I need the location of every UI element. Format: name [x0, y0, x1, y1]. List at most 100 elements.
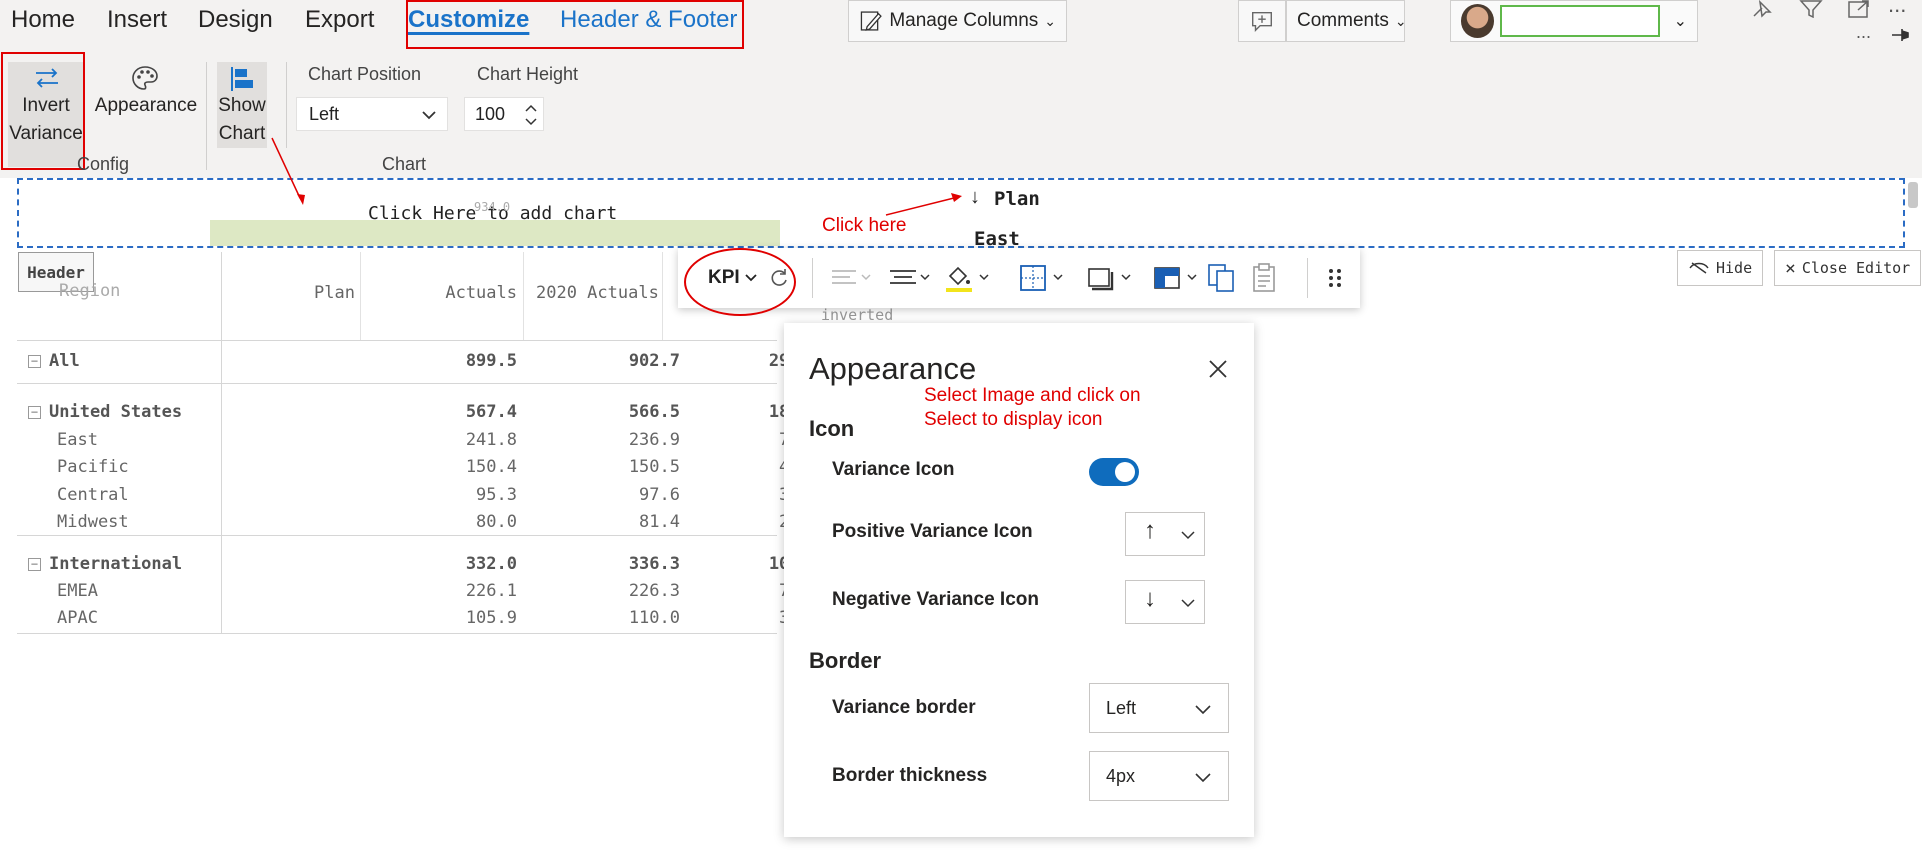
pin-icon[interactable] — [1748, 0, 1778, 18]
border-thickness-select[interactable]: 4px — [1089, 751, 1229, 801]
variance-icon-label: Variance Icon — [832, 459, 955, 480]
manage-columns-label: Manage Columns — [889, 10, 1039, 31]
chevron-down-icon — [422, 111, 436, 120]
add-comment-button[interactable] — [1238, 0, 1286, 42]
chevron-down-icon — [1195, 705, 1211, 715]
table-cell[interactable]: 332.0 — [407, 554, 517, 574]
variance-icon-toggle[interactable] — [1089, 458, 1139, 486]
layout-icon[interactable] — [1152, 262, 1204, 294]
copy-format-icon[interactable] — [1206, 262, 1238, 294]
expand-collapse-icon[interactable]: − — [28, 406, 41, 419]
expand-icon[interactable] — [1846, 0, 1872, 18]
fill-color-icon[interactable] — [944, 262, 994, 294]
chart-height-input[interactable]: 100 — [464, 97, 544, 131]
ribbon-separator — [206, 62, 207, 170]
show-chart-button[interactable]: Show Chart — [217, 62, 267, 148]
comments-button[interactable]: Comments ⌄ — [1286, 0, 1407, 42]
close-editor-label: Close Editor — [1801, 259, 1911, 277]
align-left-icon[interactable] — [830, 262, 876, 294]
table-header-divider — [17, 340, 777, 341]
column-header-plan[interactable]: Plan — [245, 283, 355, 303]
table-cell[interactable]: 80.0 — [407, 512, 517, 532]
positive-variance-icon-select[interactable]: ↑ — [1125, 512, 1205, 556]
tab-design[interactable]: Design — [198, 6, 273, 34]
negative-variance-icon-select[interactable]: ↓ — [1125, 580, 1205, 624]
chart-position-select[interactable]: Left — [296, 97, 448, 131]
table-cell[interactable]: 105.9 — [407, 608, 517, 628]
column-header-actuals[interactable]: Actuals — [407, 283, 517, 303]
more-options-icon[interactable]: ... — [1888, 0, 1906, 18]
table-row-label[interactable]: Midwest — [57, 512, 129, 532]
user-selector[interactable]: ⌄ — [1450, 0, 1698, 42]
column-header-2020-actuals[interactable]: 2020 Actuals — [536, 283, 659, 303]
borders-icon[interactable] — [1018, 262, 1068, 294]
table-cell[interactable]: 226.3 — [570, 581, 680, 601]
shadow-icon[interactable] — [1086, 262, 1136, 294]
pin-pane-icon[interactable] — [1890, 26, 1912, 44]
drag-handle-icon[interactable] — [1326, 262, 1344, 294]
table-cell[interactable]: 110.0 — [570, 608, 680, 628]
show-chart-label-2: Chart — [218, 123, 266, 144]
table-cell[interactable]: 150.4 — [407, 457, 517, 477]
table-row-label[interactable]: APAC — [57, 608, 98, 628]
align-center-icon[interactable] — [888, 262, 934, 294]
table-row-label[interactable]: Pacific — [57, 457, 129, 477]
table-divider — [17, 633, 777, 634]
tab-home[interactable]: Home — [11, 6, 75, 34]
panel-title: Appearance — [809, 351, 977, 386]
manage-columns-button[interactable]: Manage Columns ⌄ — [848, 0, 1067, 42]
table-divider — [17, 535, 777, 536]
table-row-label[interactable]: International — [49, 554, 182, 574]
toggle-knob — [1115, 462, 1135, 482]
table-cell[interactable]: 226.1 — [407, 581, 517, 601]
table-row-label[interactable]: All — [49, 351, 80, 371]
variance-border-select[interactable]: Left — [1089, 683, 1229, 733]
close-icon[interactable] — [1206, 357, 1230, 381]
toolbar-separator — [812, 258, 813, 298]
manage-columns-icon — [860, 11, 882, 31]
chart-group-label: Chart — [382, 154, 427, 174]
positive-variance-icon-label: Positive Variance Icon — [832, 521, 1033, 542]
table-row-label[interactable]: United States — [49, 402, 182, 422]
table-cell[interactable]: 566.5 — [570, 402, 680, 422]
expand-collapse-icon[interactable]: − — [28, 558, 41, 571]
table-cell[interactable]: 236.9 — [570, 430, 680, 450]
down-arrow-icon: ↓ — [970, 186, 980, 208]
table-cell[interactable]: 902.7 — [570, 351, 680, 371]
tab-export[interactable]: Export — [305, 6, 374, 34]
table-cell[interactable]: 95.3 — [407, 485, 517, 505]
hide-button[interactable]: Hide — [1677, 250, 1764, 286]
palette-icon — [132, 66, 158, 90]
table-cell[interactable]: 899.5 — [407, 351, 517, 371]
table-cell[interactable]: 81.4 — [570, 512, 680, 532]
chart-faint-value: 934.0 — [474, 200, 511, 214]
table-cell[interactable]: 241.8 — [407, 430, 517, 450]
more-options-icon-2[interactable]: ... — [1856, 22, 1871, 43]
spin-buttons-icon[interactable] — [523, 100, 539, 130]
chart-position-value: Left — [309, 103, 340, 124]
table-cell[interactable]: 97.6 — [570, 485, 680, 505]
table-cell[interactable]: 150.5 — [570, 457, 680, 477]
variance-border-value: Left — [1106, 697, 1137, 718]
chevron-down-icon: ⌄ — [1673, 13, 1687, 30]
user-input[interactable] — [1500, 5, 1660, 37]
table-cell[interactable]: 336.3 — [570, 554, 680, 574]
annotation-select-image-2: Select to display icon — [924, 409, 1103, 430]
chart-position-label: Chart Position — [308, 64, 422, 84]
table-row-label[interactable]: East — [57, 430, 98, 450]
paste-format-icon[interactable] — [1250, 262, 1278, 294]
annotation-ellipse-kpi — [684, 248, 796, 316]
table-row-label[interactable]: EMEA — [57, 581, 98, 601]
annotation-box-tabs — [406, 0, 744, 49]
column-divider — [662, 252, 663, 340]
chart-scrollbar[interactable] — [1908, 182, 1918, 208]
tab-insert[interactable]: Insert — [107, 6, 167, 34]
filter-icon[interactable] — [1798, 0, 1824, 18]
close-editor-button[interactable]: × Close Editor — [1774, 250, 1922, 286]
expand-collapse-icon[interactable]: − — [28, 355, 41, 368]
table-row-label[interactable]: Central — [57, 485, 129, 505]
column-header-region[interactable]: Region — [59, 281, 120, 301]
appearance-button[interactable]: Appearance — [94, 62, 198, 126]
table-cell[interactable]: 567.4 — [407, 402, 517, 422]
avatar — [1461, 4, 1495, 38]
